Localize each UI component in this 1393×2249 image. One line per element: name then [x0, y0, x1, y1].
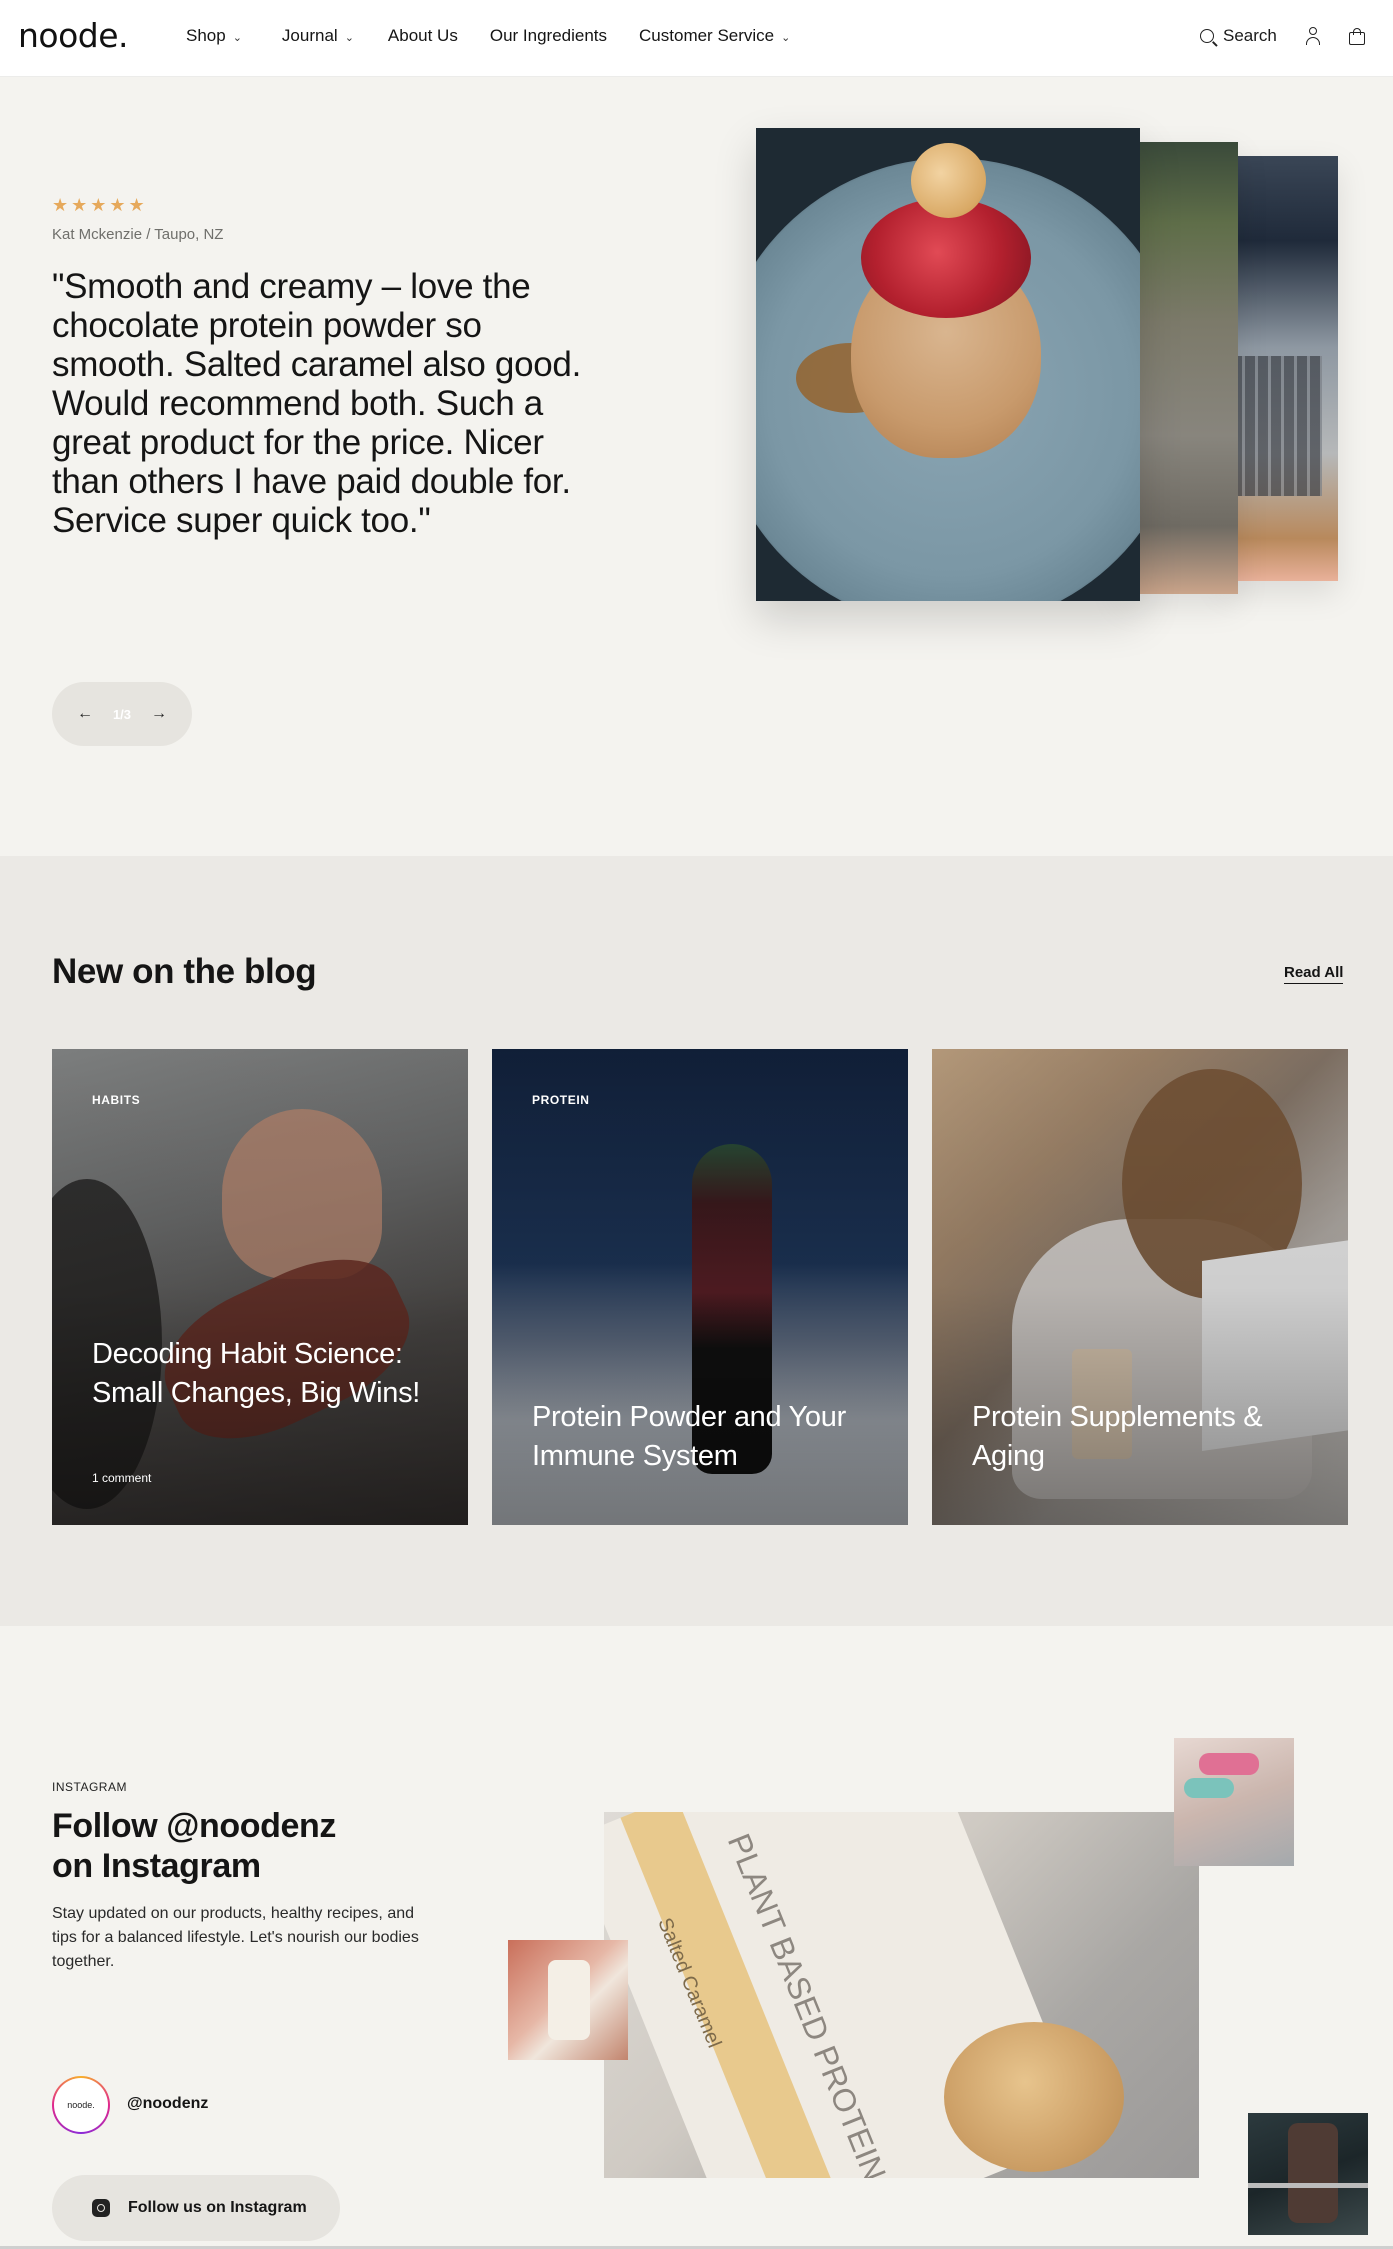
blog-card-tag: HABITS: [92, 1093, 141, 1107]
slider-count: 1/3: [112, 706, 132, 722]
search-button[interactable]: Search: [1200, 26, 1277, 46]
nav-item-shop[interactable]: Shop ⌄: [186, 26, 242, 46]
nav-item-label: Our Ingredients: [489, 26, 608, 45]
instagram-photo-dumbbells[interactable]: [1174, 1738, 1294, 1866]
nav-item-label: Journal: [281, 26, 338, 45]
chevron-down-icon: ⌄: [232, 31, 242, 44]
nav-item-customer-service[interactable]: Customer Service ⌄: [639, 26, 790, 46]
rating-stars: ★★★★★: [52, 195, 148, 215]
instagram-title-line: on Instagram: [52, 1847, 261, 1885]
blog-card[interactable]: HABITS Decoding Habit Science: Small Cha…: [52, 1049, 468, 1525]
nav-item-journal[interactable]: Journal ⌄: [282, 26, 354, 46]
instagram-photo-product[interactable]: PLANT BASED PROTEIN Salted Caramel: [604, 1812, 1199, 2178]
blog-card-comments: 1 comment: [92, 1471, 152, 1485]
instagram-icon: [92, 2199, 110, 2217]
chevron-down-icon: ⌄: [344, 31, 354, 44]
search-icon: [1200, 29, 1214, 43]
instagram-section: INSTAGRAM Follow @noodenz on Instagram S…: [0, 1626, 1393, 2249]
chevron-down-icon: ⌄: [781, 31, 791, 44]
site-header: noode. Shop ⌄ Journal ⌄ About Us Our Ingre…: [0, 0, 1393, 77]
nav-item-about-us[interactable]: About Us: [388, 26, 458, 46]
nav-item-label: Shop: [186, 26, 226, 45]
testimonial-quote: "Smooth and creamy – love the chocolate …: [52, 267, 582, 540]
blog-card-title: Decoding Habit Science: Small Changes, B…: [92, 1338, 421, 1409]
instagram-photo-smoothie[interactable]: [508, 1940, 628, 2060]
avatar[interactable]: noode.: [52, 2076, 110, 2134]
instagram-title-line: Follow @noodenz: [52, 1807, 336, 1845]
blog-card-title: Protein Powder and Your Immune System: [532, 1401, 846, 1472]
instagram-description: Stay updated on our products, healthy re…: [52, 1905, 419, 1970]
nav-item-label: About Us: [387, 26, 458, 45]
follow-instagram-button[interactable]: Follow us on Instagram: [52, 2175, 340, 2241]
blog-title: New on the blog: [52, 952, 317, 991]
follow-button-label: Follow us on Instagram: [128, 2199, 307, 2216]
logo[interactable]: noode.: [18, 16, 129, 55]
blog-card[interactable]: PROTEIN Protein Powder and Your Immune S…: [492, 1049, 908, 1525]
blog-card[interactable]: Protein Supplements & Aging: [932, 1049, 1348, 1525]
instagram-photo-gym[interactable]: [1248, 2113, 1368, 2235]
arrow-left-icon[interactable]: ←: [77, 705, 93, 723]
testimonial-section: ★★★★★ Kat Mckenzie / Taupo, NZ "Smooth a…: [0, 77, 1393, 856]
blog-card-tag: PROTEIN: [532, 1093, 590, 1107]
reviewer-name: Kat Mckenzie / Taupo, NZ: [52, 226, 224, 243]
review-photo-laptop: [1222, 156, 1338, 581]
avatar-text: noode.: [54, 2078, 108, 2132]
blog-card-title: Protein Supplements & Aging: [972, 1401, 1263, 1472]
instagram-kicker: INSTAGRAM: [52, 1780, 127, 1794]
instagram-handle[interactable]: @noodenz: [127, 2095, 208, 2113]
user-icon[interactable]: [1305, 27, 1321, 45]
bag-icon[interactable]: [1349, 28, 1365, 45]
slider-controls: ← 1/3 →: [52, 682, 192, 746]
read-all-link[interactable]: Read All: [1284, 964, 1344, 984]
nav-item-label: Customer Service: [639, 26, 775, 45]
search-label: Search: [1223, 26, 1277, 45]
arrow-right-icon[interactable]: →: [151, 705, 167, 723]
instagram-title: Follow @noodenz on Instagram: [52, 1806, 392, 1886]
blog-section: New on the blog Read All HABITS Decoding…: [0, 856, 1393, 1626]
nav-item-our-ingredients[interactable]: Our Ingredients: [490, 26, 607, 46]
main-nav: Shop ⌄ Journal ⌄ About Us Our Ingredients …: [186, 26, 790, 46]
review-photo-pancakes: [756, 128, 1140, 601]
